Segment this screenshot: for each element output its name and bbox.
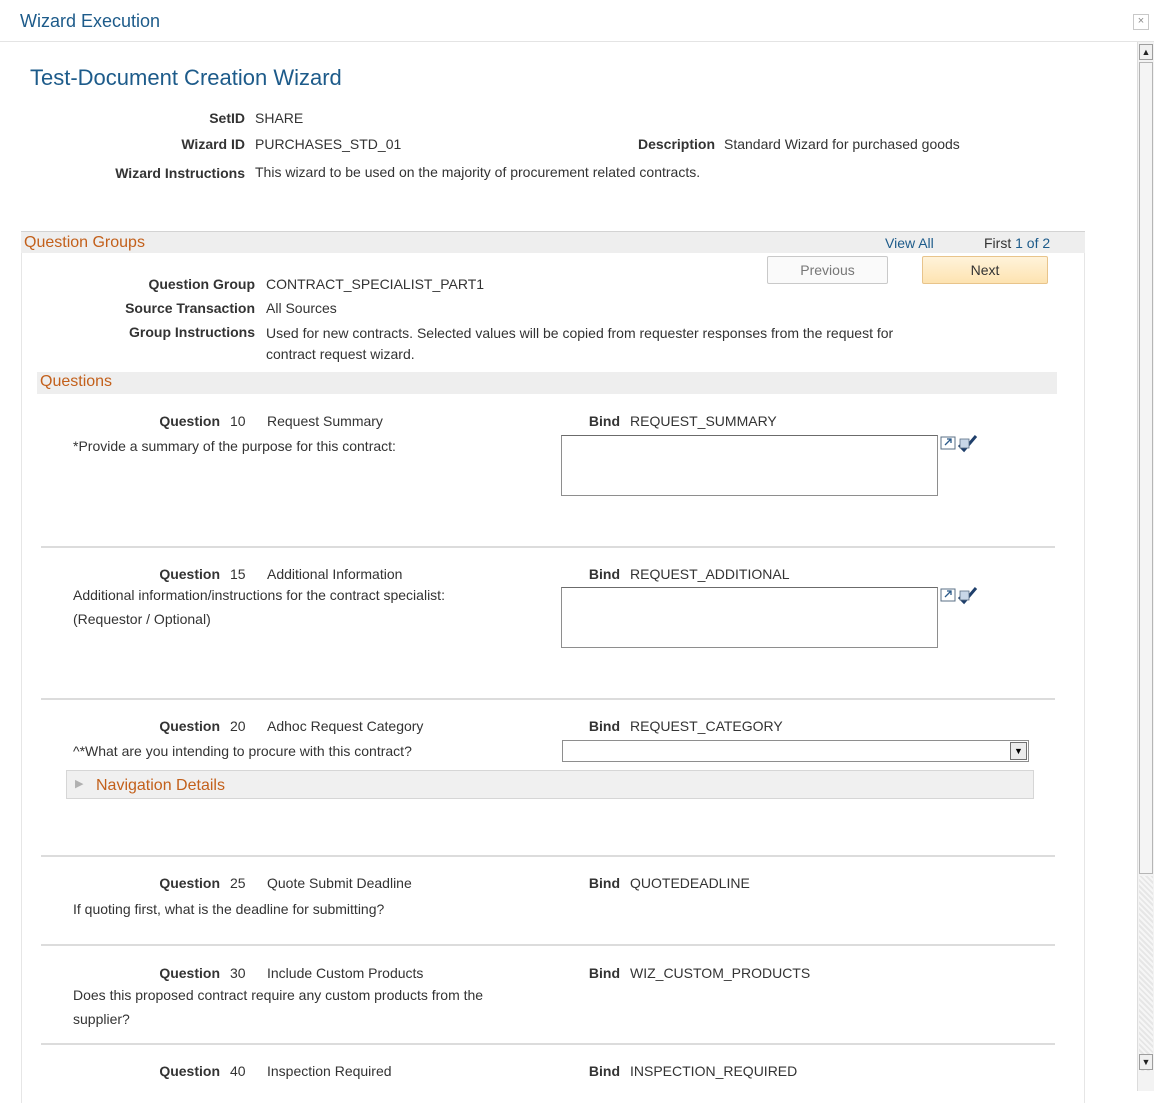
questions-title: Questions — [40, 373, 113, 390]
bind-label: Bind — [588, 1063, 620, 1079]
additional-information-textarea[interactable] — [561, 587, 938, 648]
page-title: Test-Document Creation Wizard — [30, 65, 342, 90]
bind-value: WIZ_CUSTOM_PRODUCTS — [630, 965, 811, 981]
question-number: 40 — [230, 1063, 246, 1079]
question-separator — [41, 1043, 1055, 1045]
question-number: 25 — [230, 875, 246, 891]
source-transaction-label: Source Transaction — [125, 300, 255, 316]
question-number: 10 — [230, 413, 246, 429]
setid-label: SetID — [209, 110, 245, 126]
question-number: 20 — [230, 718, 246, 734]
bind-value: REQUEST_ADDITIONAL — [630, 566, 790, 582]
questions-header: Questions — [37, 372, 1057, 394]
wizard-id-value: PURCHASES_STD_01 — [255, 136, 402, 152]
question-name: Adhoc Request Category — [267, 718, 424, 734]
bind-label: Bind — [588, 965, 620, 981]
navigation-details-toggle[interactable]: ▶ Navigation Details — [66, 770, 1034, 799]
question-prompt: *Provide a summary of the purpose for th… — [73, 438, 396, 454]
scroll-down-arrow-icon[interactable]: ▼ — [1139, 1054, 1153, 1070]
question-name: Request Summary — [267, 413, 383, 429]
question-label: Question — [159, 718, 220, 734]
spell-check-icon[interactable] — [957, 435, 978, 453]
question-prompt: Does this proposed contract require any … — [73, 987, 484, 1003]
wizard-id-label: Wizard ID — [181, 136, 245, 152]
view-all-link[interactable]: View All — [885, 235, 934, 251]
close-icon[interactable]: × — [1133, 14, 1149, 30]
setid-value: SHARE — [255, 110, 304, 126]
question-prompt: ^*What are you intending to procure with… — [73, 743, 412, 759]
request-category-select[interactable]: ▼ — [562, 740, 1029, 762]
question-group-label: Question Group — [148, 276, 255, 292]
spell-check-icon[interactable] — [957, 587, 978, 605]
bind-value: QUOTEDEADLINE — [630, 875, 750, 891]
question-label: Question — [159, 413, 220, 429]
question-groups-title: Question Groups — [24, 234, 145, 251]
next-button[interactable]: Next — [922, 256, 1048, 284]
textarea-tools — [940, 433, 984, 455]
textarea-tools-svg — [940, 435, 978, 453]
vertical-scrollbar[interactable]: ▲ ▼ — [1137, 42, 1154, 1091]
source-transaction-value: All Sources — [266, 300, 337, 316]
pagination: First 1 of 2 — [984, 235, 1050, 251]
question-separator — [41, 546, 1055, 548]
expand-textarea-icon[interactable] — [940, 436, 956, 450]
question-group-value: CONTRACT_SPECIALIST_PART1 — [266, 276, 485, 292]
group-instructions-label: Group Instructions — [129, 324, 255, 340]
question-separator — [41, 855, 1055, 857]
wizard-instructions-label: Wizard Instructions — [115, 165, 245, 181]
question-name: Quote Submit Deadline — [267, 875, 412, 891]
first-label: First — [984, 235, 1012, 251]
bind-value: INSPECTION_REQUIRED — [630, 1063, 798, 1079]
group-instructions-line-1: Used for new contracts. Selected values … — [266, 325, 894, 341]
question-groups-header: Question Groups View All First 1 of 2 — [21, 231, 1085, 253]
question-prompt: If quoting first, what is the deadline f… — [73, 901, 385, 917]
question-prompt: supplier? — [73, 1011, 130, 1027]
expand-textarea-icon[interactable] — [940, 588, 956, 602]
pagination-count[interactable]: 1 of 2 — [1015, 235, 1050, 251]
question-prompt: Additional information/instructions for … — [73, 587, 445, 603]
question-separator — [41, 698, 1055, 700]
dropdown-arrow-icon[interactable]: ▼ — [1010, 742, 1027, 760]
question-label: Question — [159, 965, 220, 981]
question-label: Question — [159, 875, 220, 891]
wizard-instructions-value: This wizard to be used on the majority o… — [255, 164, 701, 180]
bind-value: REQUEST_CATEGORY — [630, 718, 783, 734]
scrollbar-track[interactable] — [1139, 876, 1153, 1071]
question-label: Question — [159, 566, 220, 582]
request-summary-textarea[interactable] — [561, 435, 938, 496]
question-name: Inspection Required — [267, 1063, 392, 1079]
bind-value: REQUEST_SUMMARY — [630, 413, 777, 429]
group-instructions-line-2: contract request wizard. — [266, 346, 415, 362]
bind-label: Bind — [588, 718, 620, 734]
question-number: 30 — [230, 965, 246, 981]
question-prompt: (Requestor / Optional) — [73, 611, 211, 627]
previous-button[interactable]: Previous — [767, 256, 888, 284]
question-number: 15 — [230, 566, 246, 582]
bind-label: Bind — [588, 875, 620, 891]
scroll-up-arrow-icon[interactable]: ▲ — [1139, 44, 1153, 60]
question-separator — [41, 944, 1055, 946]
bind-label: Bind — [588, 413, 620, 429]
navigation-details-label[interactable]: Navigation Details — [96, 777, 225, 795]
window-title: Wizard Execution — [20, 11, 161, 31]
textarea-tools — [940, 585, 984, 607]
textarea-tools-svg — [940, 587, 978, 605]
description-label: Description — [637, 136, 715, 152]
triangle-right-icon[interactable]: ▶ — [75, 777, 83, 790]
description-value: Standard Wizard for purchased goods — [724, 136, 960, 152]
window-title-bar: Wizard Execution × — [0, 0, 1154, 42]
bind-label: Bind — [588, 566, 620, 582]
scrollbar-thumb[interactable] — [1139, 62, 1153, 874]
question-name: Include Custom Products — [267, 965, 424, 981]
question-label: Question — [159, 1063, 220, 1079]
question-name: Additional Information — [267, 566, 403, 582]
